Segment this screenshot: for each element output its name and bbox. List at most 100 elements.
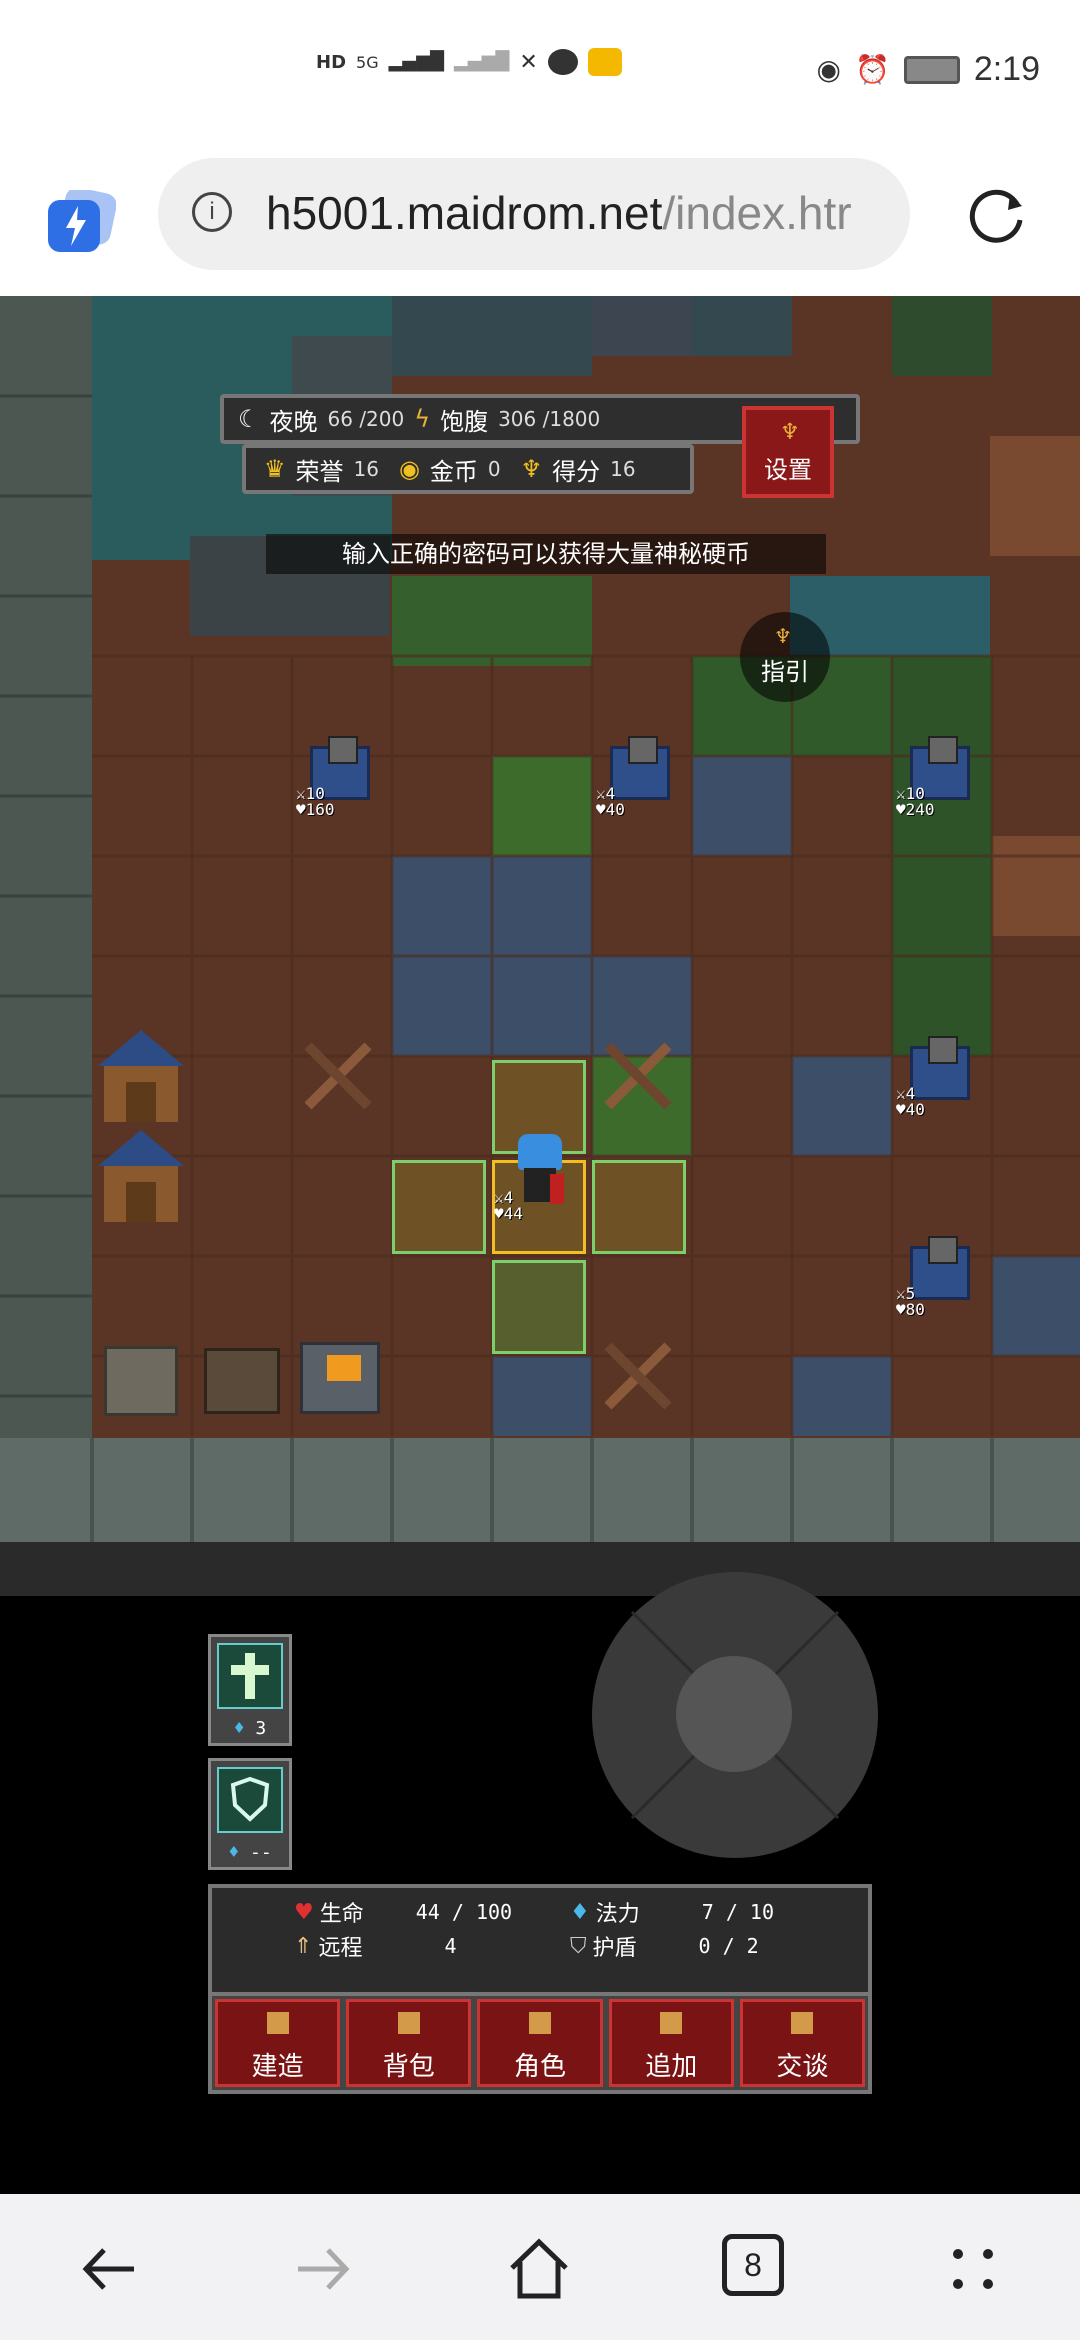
shield-value: 0 / 2 xyxy=(698,1934,759,1958)
life-row: ♥ 生命 44 / 100 xyxy=(294,1896,512,1928)
skill-holy-cross[interactable]: ♦ 3 xyxy=(208,1634,292,1746)
hero-hair xyxy=(518,1134,562,1170)
reload-icon[interactable] xyxy=(962,180,1028,246)
menu-dots-icon[interactable] xyxy=(938,2234,1008,2304)
character-stats-panel: ♥ 生命 44 / 100 ♦ 法力 7 / 10 ⇑ 远程 4 ⛉ 护盾 0 … xyxy=(208,1884,872,1996)
night-value: 66 /200 xyxy=(327,407,405,431)
house-icon[interactable] xyxy=(96,1126,186,1226)
crown-icon: ♛ xyxy=(264,455,286,483)
score-value: 16 xyxy=(610,457,636,481)
skill-shield[interactable]: ♦ -- xyxy=(208,1758,292,1870)
info-icon[interactable]: i xyxy=(192,192,232,232)
talk-button[interactable]: 交谈 xyxy=(739,1999,866,2087)
backpack-button[interactable]: 背包 xyxy=(346,1999,472,2087)
skill-count: ♦ -- xyxy=(228,1842,272,1863)
plus-icon xyxy=(660,2012,683,2034)
wooden-stake-icon[interactable] xyxy=(598,1336,678,1416)
speech-icon xyxy=(791,2012,814,2034)
url-text[interactable]: h5001.maidrom.net/index.htr xyxy=(266,186,886,240)
signal-off-icon: ▂▄▆█ xyxy=(453,51,510,72)
move-tile-left[interactable] xyxy=(392,1160,486,1254)
trophy-icon: ♆ xyxy=(774,624,792,648)
furnace-icon[interactable] xyxy=(300,1342,380,1414)
hd-label: HD xyxy=(316,51,347,73)
enemy-unit[interactable]: ⚔10 ♥160 xyxy=(296,736,386,826)
bow-icon: ⇑ xyxy=(294,1933,313,1959)
potion-icon: ♦ xyxy=(570,1899,590,1925)
honor-value: 16 xyxy=(353,457,379,481)
barrel-icon[interactable] xyxy=(104,1346,178,1416)
enemy-unit[interactable]: ⚔4 ♥40 xyxy=(896,1036,986,1126)
build-button[interactable]: 建造 xyxy=(215,1999,341,2087)
wooden-stake-icon[interactable] xyxy=(598,1036,678,1116)
unit-stats: ⚔4 ♥40 xyxy=(596,784,625,819)
home-icon[interactable] xyxy=(504,2234,574,2304)
shield-icon: ⛉ xyxy=(570,1933,587,1959)
enemy-head xyxy=(328,736,358,764)
mana-label: 法力 xyxy=(595,1902,640,1927)
move-tile-right[interactable] xyxy=(592,1160,686,1254)
browser-toolbar: i h5001.maidrom.net/index.htr xyxy=(0,150,1080,296)
status-bar: HD 5G ▂▄▆█ ▂▄▆█ ✕ ◉ ⏰ 2:19 xyxy=(0,0,1080,150)
back-icon[interactable] xyxy=(74,2234,144,2304)
gold-label: 金币 xyxy=(429,457,478,486)
enemy-head xyxy=(628,736,658,764)
life-label: 生命 xyxy=(319,1902,364,1927)
network-label: 5G xyxy=(356,52,379,72)
tab-count: 8 xyxy=(744,2247,762,2283)
hero-cape xyxy=(550,1174,564,1204)
shield-label: 护盾 xyxy=(592,1936,637,1961)
skill-count: ♦ 3 xyxy=(233,1718,267,1739)
wooden-stake-icon[interactable] xyxy=(298,1036,378,1116)
joystick-knob[interactable] xyxy=(676,1656,792,1772)
score-label: 得分 xyxy=(552,457,601,486)
hud-resources: ♛ 荣誉 16 ◉ 金币 0 ♆ 得分 16 xyxy=(242,444,694,494)
enemy-unit[interactable]: ⚔10 ♥240 xyxy=(896,736,986,826)
crate-icon[interactable] xyxy=(204,1348,280,1414)
night-label: 夜晚 xyxy=(269,407,318,436)
enemy-unit[interactable]: ⚔5 ♥80 xyxy=(896,1236,986,1326)
tabs-button[interactable]: 8 xyxy=(722,2234,784,2296)
enemy-unit[interactable]: ⚔4 ♥40 xyxy=(596,736,686,826)
settings-label: 设置 xyxy=(764,456,812,484)
forward-icon[interactable] xyxy=(288,2234,358,2304)
enemy-head xyxy=(928,1036,958,1064)
url-host: h5001.maidrom.net xyxy=(266,187,663,239)
clock-time: 2:19 xyxy=(973,50,1040,88)
trophy-icon: ♆ xyxy=(520,455,543,483)
guide-button[interactable]: ♆ 指引 xyxy=(740,612,830,702)
action-bar: 建造 背包 角色 追加 交谈 xyxy=(208,1996,872,2094)
mail-icon xyxy=(587,48,622,76)
signal-icon: ▂▄▆█ xyxy=(388,51,444,72)
coin-icon: ◉ xyxy=(398,455,420,483)
eye-icon: ◉ xyxy=(816,53,841,86)
unit-stats: ⚔4 ♥40 xyxy=(896,1084,925,1119)
game-canvas[interactable]: ☾ 夜晚 66 /200 ϟ 饱腹 306 /1800 ♛ 荣誉 16 ◉ 金币… xyxy=(0,296,1080,1596)
hammer-icon xyxy=(266,2012,289,2034)
unit-stats: ⚔5 ♥80 xyxy=(896,1284,925,1319)
alarm-icon: ⏰ xyxy=(854,53,890,86)
house-icon[interactable] xyxy=(96,1026,186,1126)
add-button[interactable]: 追加 xyxy=(608,1999,734,2087)
shield-row: ⛉ 护盾 0 / 2 xyxy=(570,1930,759,1962)
settings-button[interactable]: ♆ 设置 xyxy=(742,406,834,498)
character-button[interactable]: 角色 xyxy=(477,1999,603,2087)
address-bar[interactable]: i h5001.maidrom.net/index.htr xyxy=(158,158,910,270)
full-label: 饱腹 xyxy=(440,407,489,436)
lightning-icon[interactable] xyxy=(48,190,116,254)
life-value: 44 / 100 xyxy=(415,1900,513,1924)
potion-icon: ♦ xyxy=(228,1842,240,1863)
honor-label: 荣誉 xyxy=(295,457,344,486)
enemy-head xyxy=(928,1236,958,1264)
settings-icon: ♆ xyxy=(780,420,800,445)
heart-icon: ♥ xyxy=(294,1899,314,1925)
status-right-icons: ◉ ⏰ 2:19 xyxy=(817,50,1041,89)
character-icon xyxy=(529,2012,551,2034)
move-tile-down[interactable] xyxy=(492,1260,586,1354)
enemy-head xyxy=(928,736,958,764)
range-row: ⇑ 远程 4 xyxy=(294,1930,456,1962)
cross-icon xyxy=(217,1643,283,1709)
unit-stats: ⚔10 ♥160 xyxy=(296,784,335,819)
unit-stats: ⚔10 ♥240 xyxy=(896,784,935,819)
fire-icon xyxy=(327,1355,361,1381)
